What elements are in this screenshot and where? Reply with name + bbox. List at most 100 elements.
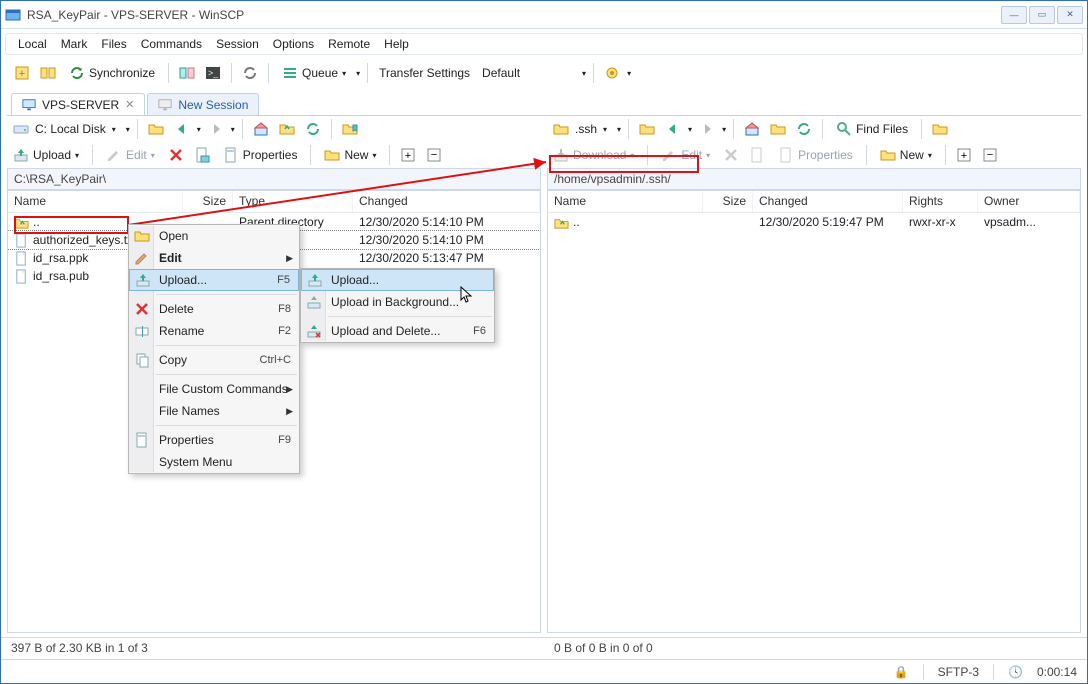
lock-icon[interactable]: 🔒: [894, 665, 909, 679]
menu-commands[interactable]: Commands: [135, 35, 208, 53]
session-tabs: VPS-SERVER ✕ New Session: [5, 91, 1083, 115]
rename-icon: [133, 323, 150, 340]
local-drive-selector[interactable]: C: Local Disk ▾: [7, 118, 122, 140]
ctx-properties[interactable]: Properties F9: [129, 429, 299, 451]
remote-pane: .ssh ▾ ▾ ▾ ▾ Find Files: [547, 116, 1081, 633]
close-button[interactable]: ✕: [1057, 6, 1083, 24]
remote-file-list[interactable]: Name Size Changed Rights Owner ..12/30/2…: [547, 190, 1081, 633]
window-title: RSA_KeyPair - VPS-SERVER - WinSCP: [27, 8, 1001, 22]
titlebar: RSA_KeyPair - VPS-SERVER - WinSCP — ▭ ✕: [1, 1, 1087, 29]
find-files-button[interactable]: Find Files: [830, 118, 914, 140]
maximize-button[interactable]: ▭: [1029, 6, 1055, 24]
properties-button[interactable]: Properties: [772, 144, 859, 166]
upload-bg-icon: [305, 294, 322, 311]
root-icon[interactable]: [276, 118, 298, 140]
delete-icon[interactable]: [720, 144, 742, 166]
queue-dropdown[interactable]: Queue ▾: [276, 62, 352, 84]
app-icon: [5, 7, 21, 23]
col-changed[interactable]: Changed: [753, 191, 903, 212]
file-icon: [14, 269, 29, 284]
new-session-icon: [158, 98, 172, 112]
svg-text:+: +: [961, 150, 967, 162]
synchronize-button[interactable]: Synchronize: [63, 62, 161, 84]
menu-local[interactable]: Local: [12, 35, 53, 53]
ctx-edit[interactable]: Edit ▶: [129, 247, 299, 269]
nav-back-icon[interactable]: [662, 118, 684, 140]
col-owner[interactable]: Owner: [978, 191, 1080, 212]
ctx-file-names[interactable]: File Names ▶: [129, 400, 299, 422]
menu-remote[interactable]: Remote: [322, 35, 376, 53]
home-icon[interactable]: [250, 118, 272, 140]
footer-status: 🔒 SFTP-3 🕓 0:00:14: [1, 659, 1087, 683]
edit-button[interactable]: Edit▾: [655, 144, 716, 166]
folder-up-icon: [554, 215, 569, 230]
new-file-icon[interactable]: [746, 144, 768, 166]
file-icon: [14, 233, 29, 248]
upload-icon: [306, 272, 323, 289]
download-button[interactable]: Download▾: [547, 144, 640, 166]
minimize-button[interactable]: —: [1001, 6, 1027, 24]
select-add-icon[interactable]: +: [953, 144, 975, 166]
menu-mark[interactable]: Mark: [55, 35, 94, 53]
console-icon[interactable]: >_: [202, 62, 224, 84]
menu-files[interactable]: Files: [95, 35, 132, 53]
properties-icon: [133, 432, 150, 449]
open-folder-icon[interactable]: [145, 118, 167, 140]
ctx-system-menu[interactable]: System Menu: [129, 451, 299, 473]
menu-help[interactable]: Help: [378, 35, 415, 53]
compare-icon[interactable]: [176, 62, 198, 84]
sync-add-icon[interactable]: +: [11, 62, 33, 84]
selection-status: 397 B of 2.30 KB in 1 of 3 0 B of 0 B in…: [1, 637, 1087, 659]
new-folder-button[interactable]: New▾: [874, 144, 938, 166]
tab-new-session[interactable]: New Session: [147, 93, 259, 115]
transfer-settings-value[interactable]: Default: [478, 66, 578, 80]
refresh-icon[interactable]: [793, 118, 815, 140]
svg-text:+: +: [19, 68, 25, 80]
refresh-icon[interactable]: [302, 118, 324, 140]
remote-path[interactable]: /home/vpsadmin/.ssh/: [547, 168, 1081, 190]
ctx-delete[interactable]: Delete F8: [129, 298, 299, 320]
menu-options[interactable]: Options: [267, 35, 320, 53]
svg-text:−: −: [987, 149, 993, 161]
upload-button[interactable]: Upload▾: [7, 144, 85, 166]
ctx-custom-commands[interactable]: File Custom Commands ▶: [129, 378, 299, 400]
sync-both-icon[interactable]: [37, 62, 59, 84]
bookmark-icon[interactable]: [339, 118, 361, 140]
upload-icon: [134, 272, 151, 289]
menu-session[interactable]: Session: [210, 35, 265, 53]
remote-status: 0 B of 0 B in 0 of 0: [544, 638, 1087, 659]
file-icon: [14, 251, 29, 266]
sync-browse-icon[interactable]: [239, 62, 261, 84]
remote-dir-selector[interactable]: .ssh ▾: [547, 118, 613, 140]
col-size[interactable]: Size: [703, 191, 753, 212]
submenu-upload-delete[interactable]: Upload and Delete... F6: [301, 320, 494, 342]
stopwatch-icon[interactable]: 🕓: [1008, 665, 1023, 679]
tab-session[interactable]: VPS-SERVER ✕: [11, 93, 145, 115]
context-menu: Open Edit ▶ Upload... F5 Delete F8 Renam…: [128, 224, 300, 474]
mouse-cursor: [460, 286, 474, 306]
main-toolbar: + Synchronize >_ Queue ▾ ▾ Transfer Sett…: [5, 59, 1083, 87]
ctx-copy[interactable]: Copy Ctrl+C: [129, 349, 299, 371]
nav-fwd-icon[interactable]: [205, 118, 227, 140]
bookmark-icon[interactable]: [929, 118, 951, 140]
nav-back-icon[interactable]: [171, 118, 193, 140]
col-name[interactable]: Name: [548, 191, 703, 212]
local-status: 397 B of 2.30 KB in 1 of 3: [1, 638, 544, 659]
list-item[interactable]: ..12/30/2020 5:19:47 PMrwxr-xr-xvpsadm..…: [548, 213, 1080, 231]
edit-icon: [133, 250, 150, 267]
settings-icon[interactable]: [601, 62, 623, 84]
root-icon[interactable]: [767, 118, 789, 140]
close-tab-icon[interactable]: ✕: [125, 98, 134, 111]
ctx-upload[interactable]: Upload... F5: [129, 269, 299, 291]
copy-icon: [133, 352, 150, 369]
open-folder-icon[interactable]: [636, 118, 658, 140]
transfer-settings-label: Transfer Settings: [375, 66, 474, 80]
nav-fwd-icon[interactable]: [696, 118, 718, 140]
select-remove-icon[interactable]: −: [979, 144, 1001, 166]
ctx-open[interactable]: Open: [129, 225, 299, 247]
home-icon[interactable]: [741, 118, 763, 140]
col-rights[interactable]: Rights: [903, 191, 978, 212]
ctx-rename[interactable]: Rename F2: [129, 320, 299, 342]
delete-icon: [133, 301, 150, 318]
monitor-icon: [22, 98, 36, 112]
